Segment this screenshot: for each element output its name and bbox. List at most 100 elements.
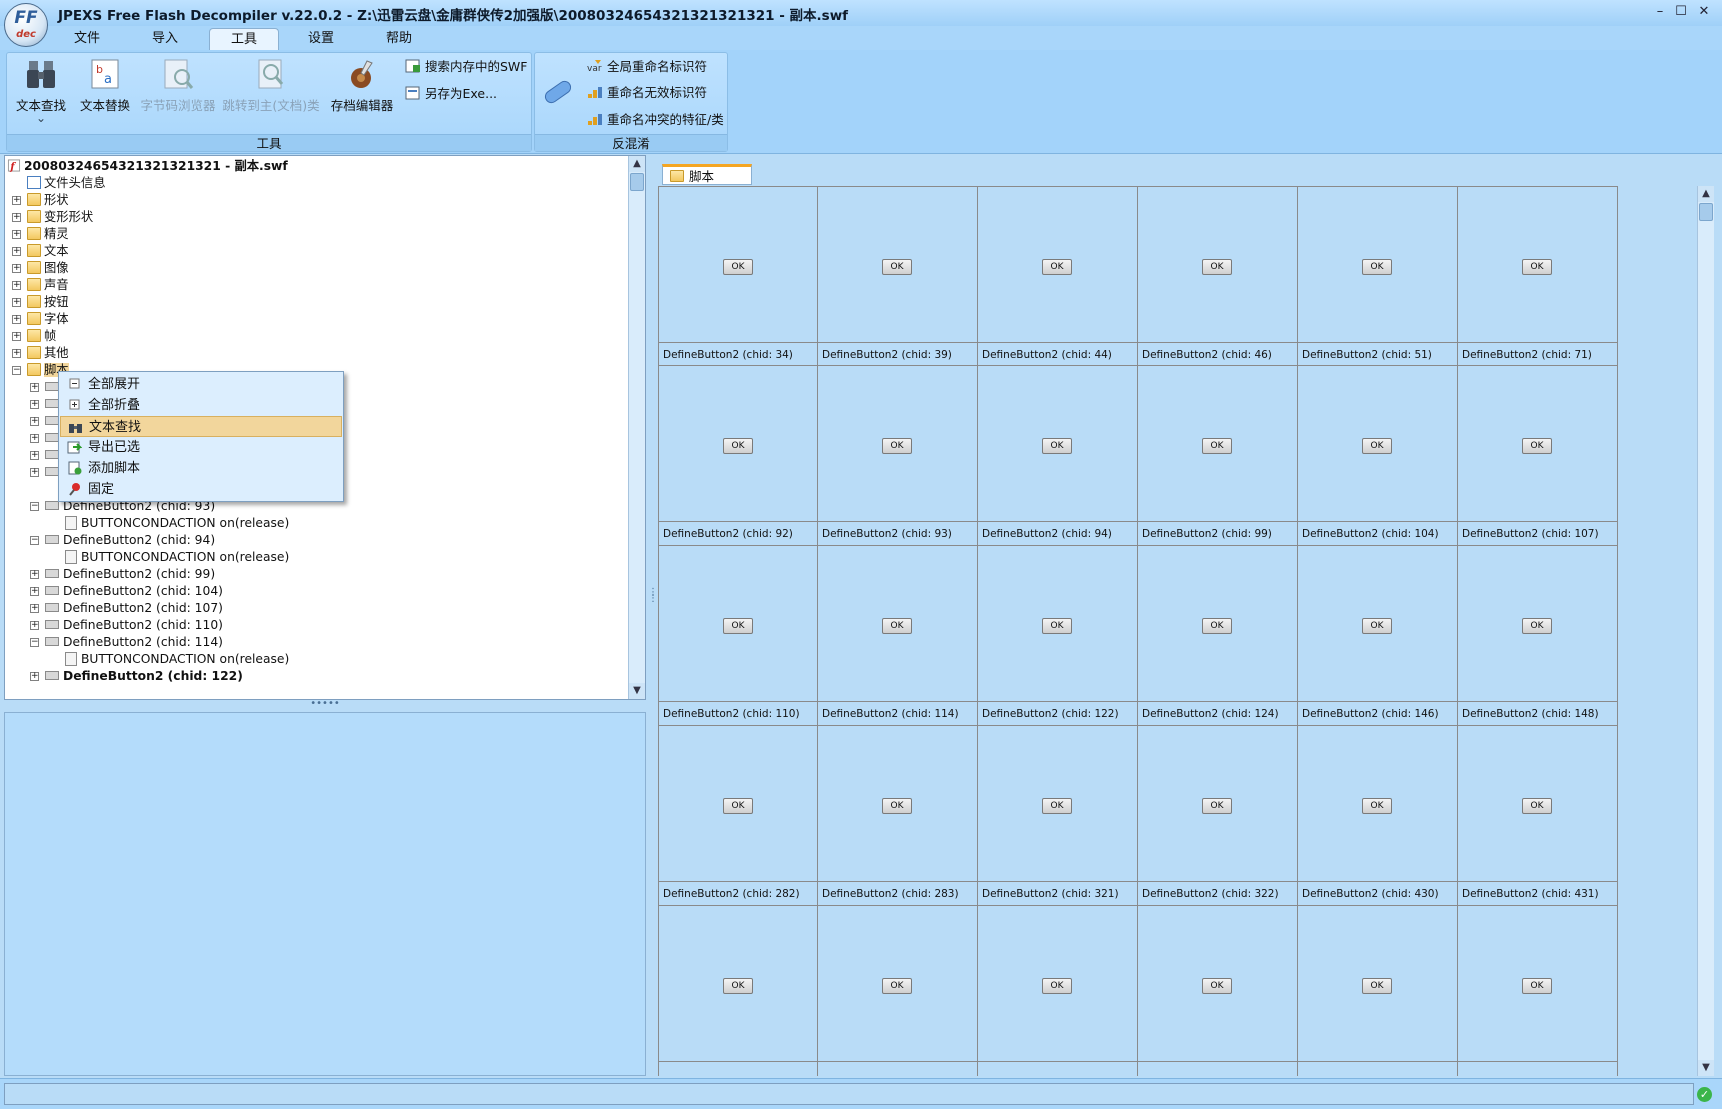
collapse-toggle-icon[interactable]: − [30, 536, 39, 545]
button-preview-cell[interactable]: OK DefineButton2 (chid: 93) [818, 366, 978, 546]
ok-button-preview[interactable]: OK [1042, 618, 1072, 634]
scroll-thumb[interactable] [1699, 203, 1713, 221]
expand-toggle-icon[interactable]: + [30, 604, 39, 613]
collapse-toggle-icon[interactable]: − [12, 366, 21, 375]
menu-expand-all[interactable]: 全部展开 [60, 374, 342, 395]
tree-button-node[interactable]: + DefineButton2 (chid: 99) [30, 566, 215, 583]
tree-item-sprites[interactable]: + 精灵 [12, 226, 69, 243]
expand-toggle-icon[interactable]: + [12, 230, 21, 239]
menu-export-selected[interactable]: 导出已选 [60, 437, 342, 458]
button-preview-cell[interactable]: OK DefineButton2 (chid: 431) [1458, 726, 1618, 906]
expand-toggle-icon[interactable]: + [30, 417, 39, 426]
menu-pin[interactable]: 固定 [60, 479, 342, 500]
tree-action-node[interactable]: BUTTONCONDACTION on(release) [65, 651, 289, 668]
tree-button-node[interactable]: − DefineButton2 (chid: 94) [30, 532, 215, 549]
tree-button-node[interactable]: − DefineButton2 (chid: 114) [30, 634, 223, 651]
button-preview-cell[interactable]: OK DefineButton2 (chid: 321) [978, 726, 1138, 906]
tree-item-texts[interactable]: + 文本 [12, 243, 69, 260]
expand-toggle-icon[interactable]: + [30, 434, 39, 443]
button-preview-cell[interactable]: OK DefineButton2 (chid: 148) [1458, 546, 1618, 726]
ok-button-preview[interactable]: OK [1202, 798, 1232, 814]
ok-button-preview[interactable]: OK [723, 978, 753, 994]
button-preview-cell[interactable]: OK DefineButton2 (chid: 46) [1138, 186, 1298, 366]
expand-toggle-icon[interactable]: + [30, 451, 39, 460]
tree-button-node[interactable]: + DefineButton2 (chid: 110) [30, 617, 223, 634]
button-preview-cell[interactable]: OK DefineButton2 (chid: 283) [818, 726, 978, 906]
menu-collapse-all[interactable]: 全部折叠 [60, 395, 342, 416]
scroll-down-icon[interactable]: ▼ [1698, 1060, 1714, 1076]
expand-toggle-icon[interactable]: + [12, 298, 21, 307]
tab-scripts[interactable]: 脚本 [662, 164, 752, 185]
ok-button-preview[interactable]: OK [723, 798, 753, 814]
ok-button-preview[interactable]: OK [882, 978, 912, 994]
button-preview-cell[interactable]: OK DefineButton2 (chid: 122) [978, 546, 1138, 726]
tree-action-node[interactable]: BUTTONCONDACTION on(release) [65, 515, 289, 532]
text-search-button[interactable]: 文本查找 ⌄ [9, 57, 73, 124]
tree-root[interactable]: f 20080324654321321321321 - 副本.swf [7, 158, 288, 175]
expand-toggle-icon[interactable]: + [12, 196, 21, 205]
ok-button-preview[interactable]: OK [1042, 978, 1072, 994]
rename-invalid-button[interactable]: 重命名无效标识符 [587, 83, 707, 103]
button-preview-cell[interactable]: OK DefineButton2 (chid: 44) [978, 186, 1138, 366]
button-preview-cell[interactable]: OK [1138, 906, 1298, 1076]
ok-button-preview[interactable]: OK [882, 798, 912, 814]
ok-button-preview[interactable]: OK [1362, 438, 1392, 454]
tree-item-header-info[interactable]: 文件头信息 [27, 175, 106, 192]
ok-button-preview[interactable]: OK [1362, 978, 1392, 994]
menu-text-search[interactable]: 文本查找 [60, 416, 342, 437]
expand-toggle-icon[interactable]: + [12, 213, 21, 222]
dropdown-arrow-icon[interactable]: ⌄ [9, 112, 73, 124]
expand-toggle-icon[interactable]: + [30, 383, 39, 392]
expand-toggle-icon[interactable]: + [30, 587, 39, 596]
button-preview-cell[interactable]: OK DefineButton2 (chid: 107) [1458, 366, 1618, 546]
ok-button-preview[interactable]: OK [1522, 259, 1552, 275]
scroll-thumb[interactable] [630, 173, 644, 191]
button-preview-cell[interactable]: OK DefineButton2 (chid: 322) [1138, 726, 1298, 906]
button-preview-cell[interactable]: OK DefineButton2 (chid: 114) [818, 546, 978, 726]
close-button[interactable]: ✕ [1696, 4, 1712, 20]
vertical-splitter[interactable]: ⋮ ⋮ [648, 588, 658, 640]
bytecode-browser-button[interactable]: 字节码浏览器 [137, 57, 219, 114]
ok-button-preview[interactable]: OK [1522, 798, 1552, 814]
global-rename-button[interactable]: var 全局重命名标识符 [587, 57, 707, 77]
tree-item-buttons[interactable]: + 按钮 [12, 294, 69, 311]
ok-button-preview[interactable]: OK [1042, 798, 1072, 814]
collapse-toggle-icon[interactable]: − [30, 502, 39, 511]
expand-toggle-icon[interactable]: + [12, 281, 21, 290]
expand-toggle-icon[interactable]: + [12, 315, 21, 324]
ok-button-preview[interactable]: OK [1202, 259, 1232, 275]
text-replace-button[interactable]: ba 文本替换 [73, 57, 137, 114]
expand-toggle-icon[interactable]: + [30, 570, 39, 579]
ok-button-preview[interactable]: OK [723, 618, 753, 634]
button-preview-cell[interactable]: OK DefineButton2 (chid: 124) [1138, 546, 1298, 726]
button-preview-cell[interactable]: OK DefineButton2 (chid: 39) [818, 186, 978, 366]
button-preview-cell[interactable]: OK [1458, 906, 1618, 1076]
expand-toggle-icon[interactable]: + [30, 468, 39, 477]
ok-button-preview[interactable]: OK [1522, 438, 1552, 454]
button-preview-cell[interactable]: OK DefineButton2 (chid: 71) [1458, 186, 1618, 366]
expand-toggle-icon[interactable]: + [12, 247, 21, 256]
goto-main-class-button[interactable]: 跳转到主(文档)类 [221, 57, 321, 114]
ok-button-preview[interactable]: OK [1362, 259, 1392, 275]
button-preview-cell[interactable]: OK DefineButton2 (chid: 430) [1298, 726, 1458, 906]
button-preview-cell[interactable]: OK DefineButton2 (chid: 99) [1138, 366, 1298, 546]
button-preview-cell[interactable]: OK DefineButton2 (chid: 94) [978, 366, 1138, 546]
collapse-toggle-icon[interactable]: − [30, 638, 39, 647]
button-preview-cell[interactable]: OK DefineButton2 (chid: 51) [1298, 186, 1458, 366]
app-logo[interactable]: FF dec [4, 3, 48, 47]
ok-button-preview[interactable]: OK [1522, 618, 1552, 634]
ok-button-preview[interactable]: OK [882, 618, 912, 634]
expand-toggle-icon[interactable]: + [12, 349, 21, 358]
grid-scrollbar[interactable]: ▲ ▼ [1697, 186, 1714, 1076]
ok-button-preview[interactable]: OK [882, 259, 912, 275]
search-memory-swf-button[interactable]: 搜索内存中的SWF [405, 57, 528, 77]
save-as-exe-button[interactable]: 另存为Exe... [405, 84, 497, 104]
scroll-down-icon[interactable]: ▼ [629, 683, 645, 699]
ok-button-preview[interactable]: OK [723, 259, 753, 275]
button-preview-cell[interactable]: OK DefineButton2 (chid: 34) [658, 186, 819, 366]
rename-colliding-button[interactable]: 重命名冲突的特征/类 [587, 110, 724, 130]
tab-file[interactable]: 文件 [52, 28, 122, 50]
ok-button-preview[interactable]: OK [1362, 618, 1392, 634]
button-preview-cell[interactable]: OK [978, 906, 1138, 1076]
ok-button-preview[interactable]: OK [1042, 438, 1072, 454]
